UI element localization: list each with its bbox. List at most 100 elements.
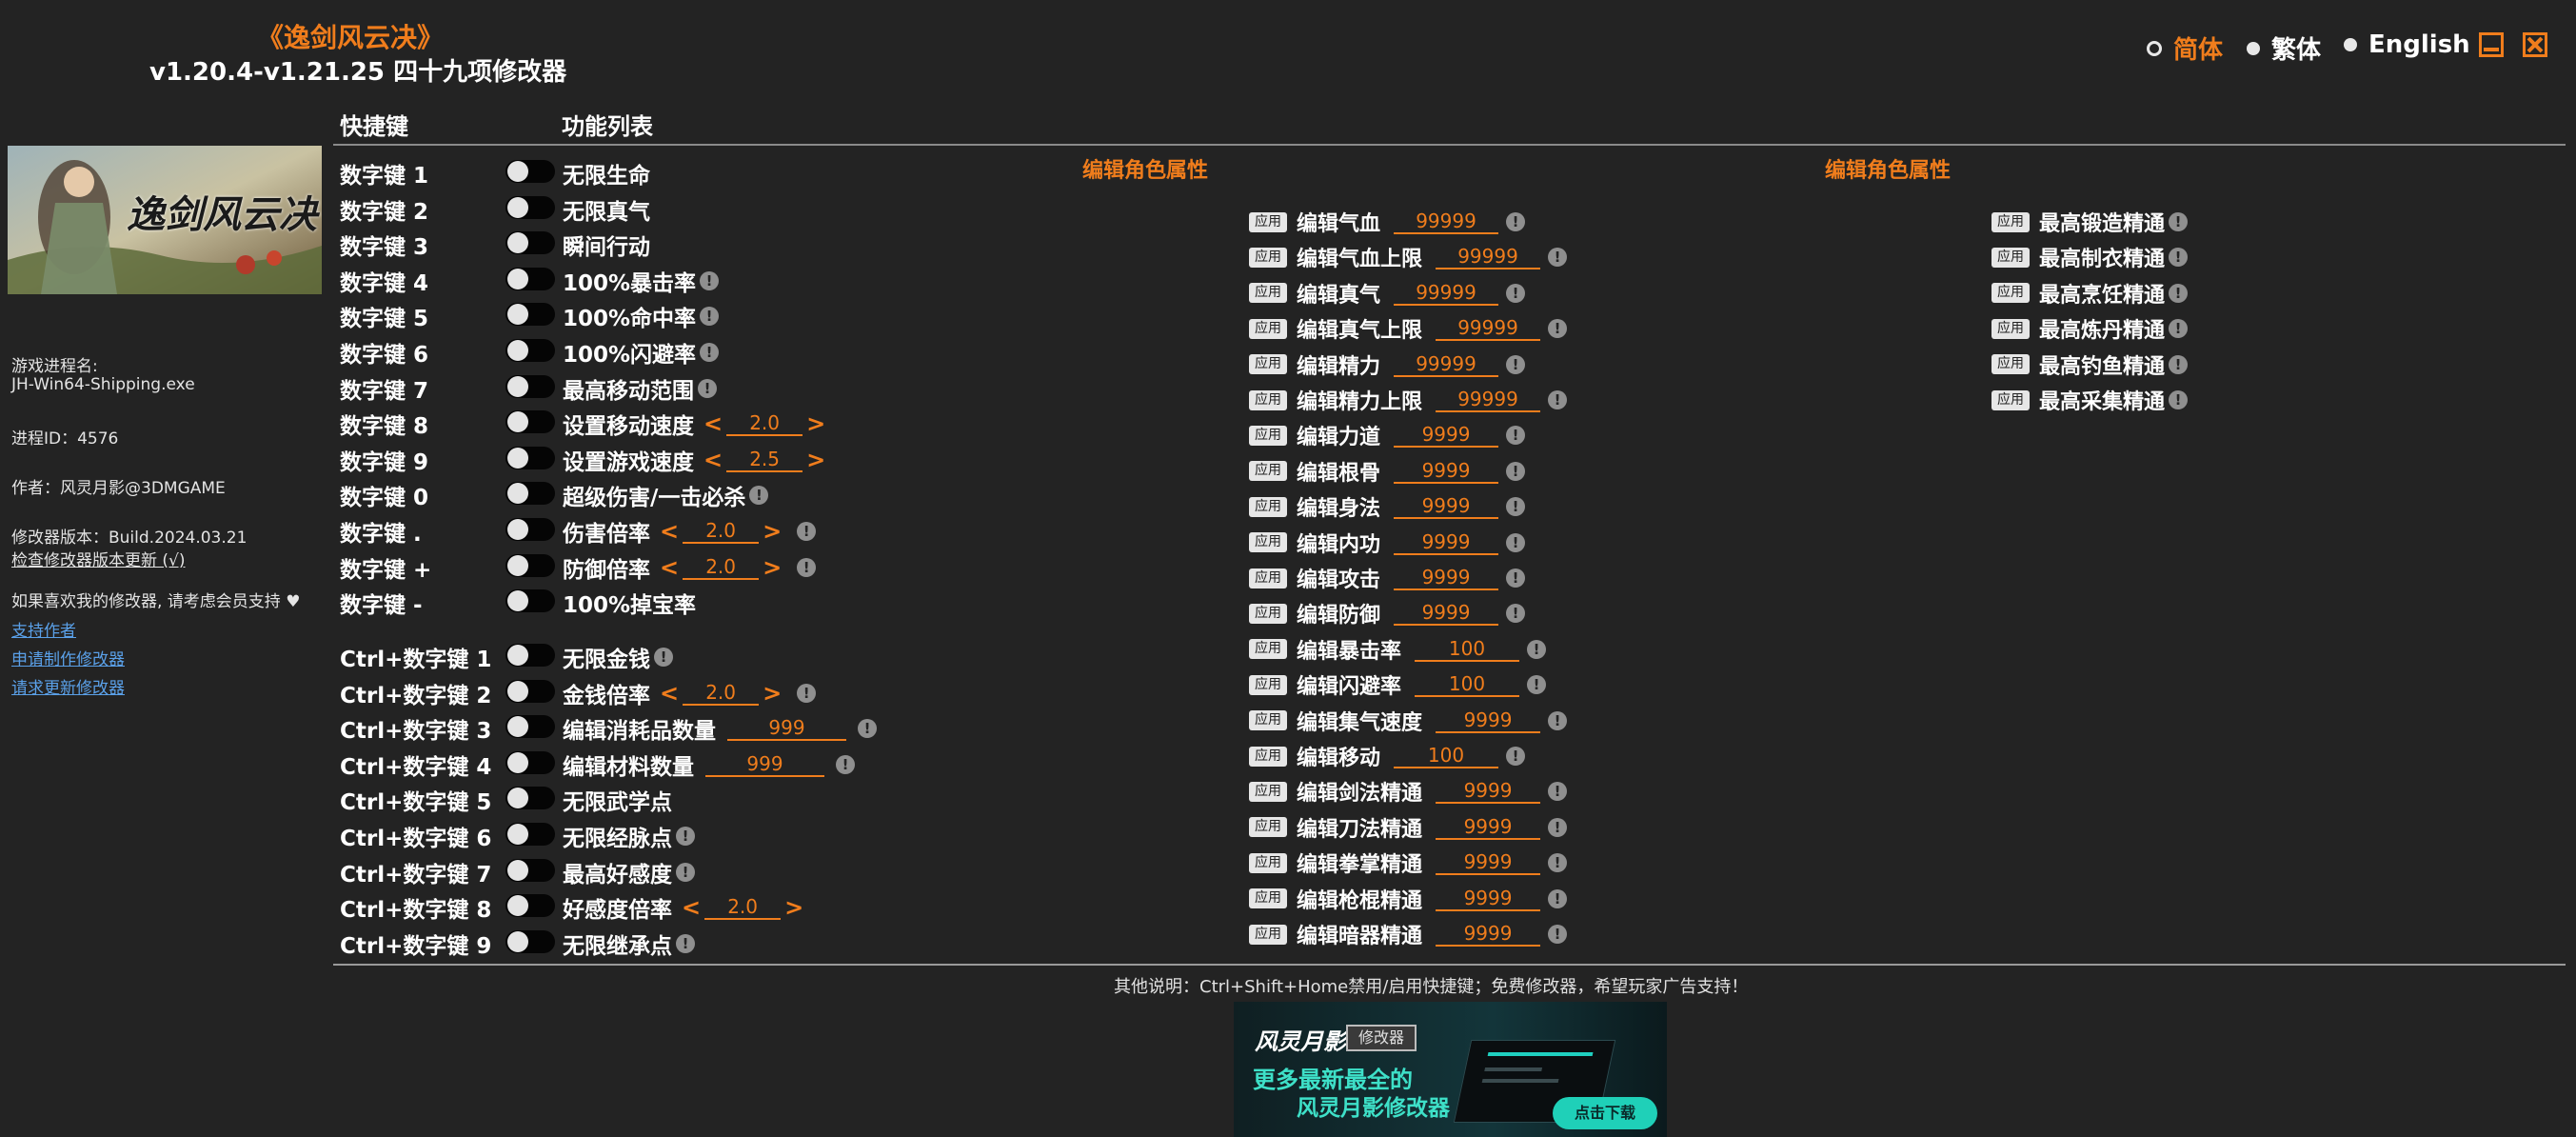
info-icon[interactable]: ! (698, 378, 717, 398)
edit-value-input[interactable]: 9999 (1436, 922, 1541, 947)
apply-button[interactable]: 应用 (1249, 461, 1287, 482)
apply-button[interactable]: 应用 (1249, 389, 1287, 410)
request-trainer-link[interactable]: 申请制作修改器 (11, 646, 125, 669)
apply-button[interactable]: 应用 (1249, 425, 1287, 446)
edit-value-input[interactable]: 99999 (1394, 209, 1499, 234)
edit-value-input[interactable]: 9999 (1394, 494, 1499, 520)
cheat-toggle[interactable] (505, 929, 555, 953)
cheat-toggle[interactable] (505, 195, 555, 219)
info-icon[interactable]: ! (1506, 532, 1526, 552)
edit-value-input[interactable]: 9999 (1394, 601, 1499, 627)
apply-button[interactable]: 应用 (1249, 639, 1287, 660)
request-update-link[interactable]: 请求更新修改器 (11, 674, 125, 698)
info-icon[interactable]: ! (797, 683, 817, 703)
info-icon[interactable]: ! (676, 827, 695, 846)
lang-simplified[interactable]: 简体 (2147, 30, 2223, 66)
info-icon[interactable]: ! (700, 343, 720, 362)
apply-button[interactable]: 应用 (1249, 924, 1287, 945)
info-icon[interactable]: ! (836, 754, 855, 774)
info-icon[interactable]: ! (1527, 639, 1547, 659)
decrease-arrow-icon[interactable]: < (660, 554, 679, 581)
info-icon[interactable]: ! (858, 719, 877, 739)
cheat-toggle[interactable] (505, 787, 555, 810)
cheat-toggle[interactable] (505, 553, 555, 577)
apply-button[interactable]: 应用 (1249, 496, 1287, 517)
info-icon[interactable]: ! (797, 557, 817, 577)
edit-value-input[interactable]: 99999 (1394, 352, 1499, 377)
increase-arrow-icon[interactable]: > (784, 894, 803, 921)
cheat-toggle[interactable] (505, 894, 555, 918)
cheat-toggle[interactable] (505, 715, 555, 739)
info-icon[interactable]: ! (1527, 675, 1547, 695)
info-icon[interactable]: ! (1548, 925, 1568, 944)
info-icon[interactable]: ! (1506, 604, 1526, 624)
edit-value-input[interactable]: 9999 (1436, 850, 1541, 876)
edit-value-input[interactable]: 9999 (1436, 815, 1541, 840)
apply-button[interactable]: 应用 (1249, 817, 1287, 838)
increase-arrow-icon[interactable]: > (806, 447, 825, 473)
apply-button[interactable]: 应用 (1991, 247, 2030, 268)
cheat-value-input[interactable]: 999 (727, 716, 846, 742)
apply-button[interactable]: 应用 (1249, 318, 1287, 339)
info-icon[interactable]: ! (2169, 212, 2189, 231)
edit-value-input[interactable]: 9999 (1394, 566, 1499, 590)
check-update-link[interactable]: 检查修改器版本更新 (√) (11, 547, 186, 570)
info-icon[interactable]: ! (700, 270, 720, 290)
apply-button[interactable]: 应用 (1249, 781, 1287, 802)
cheat-value-input[interactable]: 2.0 (683, 555, 760, 580)
cheat-toggle[interactable] (505, 644, 555, 667)
apply-button[interactable]: 应用 (1249, 211, 1287, 232)
info-icon[interactable]: ! (1506, 461, 1526, 481)
cheat-value-input[interactable]: 2.5 (726, 448, 803, 472)
cheat-toggle[interactable] (505, 482, 555, 506)
ad-download-button[interactable]: 点击下载 (1553, 1097, 1657, 1129)
cheat-toggle[interactable] (505, 267, 555, 290)
cheat-value-input[interactable]: 2.0 (683, 681, 760, 706)
ad-banner[interactable]: 风灵月影 修改器 更多最新最全的 风灵月影修改器 点击下载 (1234, 1002, 1667, 1137)
info-icon[interactable]: ! (1548, 710, 1568, 730)
edit-value-input[interactable]: 9999 (1394, 530, 1499, 555)
cheat-toggle[interactable] (505, 679, 555, 703)
cheat-toggle[interactable] (505, 160, 555, 183)
info-icon[interactable]: ! (1548, 853, 1568, 873)
cheat-toggle[interactable] (505, 518, 555, 541)
close-button[interactable] (2523, 32, 2547, 57)
cheat-toggle[interactable] (505, 231, 555, 255)
info-icon[interactable]: ! (1506, 354, 1526, 374)
apply-button[interactable]: 应用 (1249, 568, 1287, 588)
cheat-value-input[interactable]: 999 (705, 752, 824, 777)
info-icon[interactable]: ! (2169, 390, 2189, 409)
apply-button[interactable]: 应用 (1991, 211, 2030, 232)
increase-arrow-icon[interactable]: > (763, 554, 782, 581)
increase-arrow-icon[interactable]: > (763, 518, 782, 545)
cheat-toggle[interactable] (505, 823, 555, 846)
apply-button[interactable]: 应用 (1249, 603, 1287, 624)
cheat-toggle[interactable] (505, 589, 555, 613)
decrease-arrow-icon[interactable]: < (703, 410, 723, 437)
apply-button[interactable]: 应用 (1249, 852, 1287, 873)
info-icon[interactable]: ! (1506, 747, 1526, 766)
decrease-arrow-icon[interactable]: < (660, 518, 679, 545)
info-icon[interactable]: ! (1548, 817, 1568, 837)
edit-value-input[interactable]: 9999 (1394, 423, 1499, 449)
lang-english[interactable]: English (2344, 30, 2470, 59)
apply-button[interactable]: 应用 (1249, 354, 1287, 375)
info-icon[interactable]: ! (2169, 354, 2189, 374)
apply-button[interactable]: 应用 (1249, 532, 1287, 553)
edit-value-input[interactable]: 100 (1394, 744, 1499, 768)
minimize-button[interactable] (2479, 32, 2504, 57)
info-icon[interactable]: ! (1548, 319, 1568, 339)
info-icon[interactable]: ! (2169, 248, 2189, 268)
edit-value-input[interactable]: 9999 (1394, 459, 1499, 484)
apply-button[interactable]: 应用 (1249, 674, 1287, 695)
edit-value-input[interactable]: 99999 (1394, 281, 1499, 306)
cheat-value-input[interactable]: 2.0 (683, 519, 760, 544)
cheat-toggle[interactable] (505, 750, 555, 774)
cheat-toggle[interactable] (505, 858, 555, 882)
decrease-arrow-icon[interactable]: < (682, 894, 701, 921)
info-icon[interactable]: ! (1506, 568, 1526, 588)
cheat-toggle[interactable] (505, 446, 555, 469)
cheat-toggle[interactable] (505, 303, 555, 327)
info-icon[interactable]: ! (1548, 390, 1568, 409)
info-icon[interactable]: ! (1506, 497, 1526, 517)
